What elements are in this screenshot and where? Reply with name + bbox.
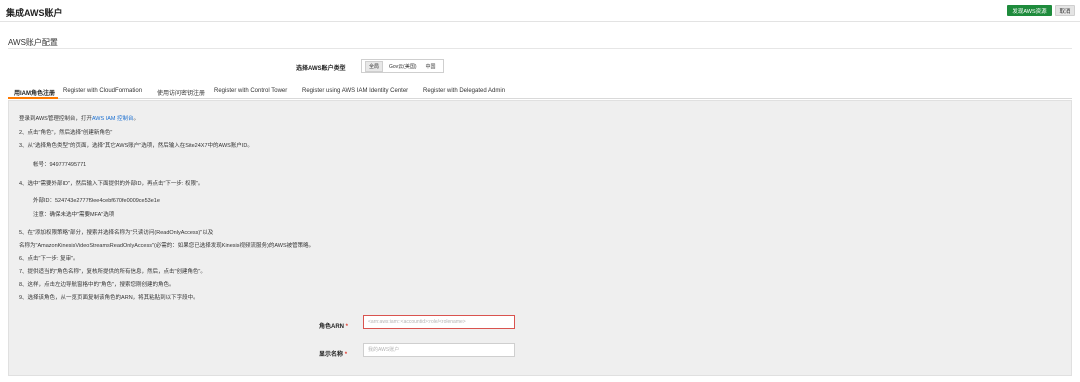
display-name-label: 显示名称 * — [319, 349, 347, 358]
tab-access-key[interactable]: 使用访问密钥注册 — [157, 88, 205, 97]
display-name-input[interactable] — [363, 343, 515, 357]
step-1-suffix: 。 — [133, 116, 140, 122]
aws-iam-console-link[interactable]: AWS IAM 控制台 — [92, 116, 134, 122]
instruction-step-1: 登录到AWS管理控制台，打开AWS IAM 控制台。 — [19, 114, 139, 122]
account-id-text: 帐号：949777495771 — [33, 162, 87, 168]
instruction-step-5: 5、在"添加权限策略"部分，搜索并选择名称为"只读访问(ReadOnlyAcce… — [19, 230, 214, 236]
instruction-step-2: 2、点击"角色"，然后选择"创建新角色" — [19, 130, 113, 136]
role-arn-label: 角色ARN * — [319, 321, 348, 330]
instruction-step-5b: 名称为"AmazonKinesisVideoStreamsReadOnlyAcc… — [19, 243, 315, 249]
account-type-global[interactable]: 全局 — [365, 60, 384, 72]
section-divider — [8, 48, 1072, 49]
role-arn-label-text: 角色ARN — [319, 324, 344, 330]
page-title: 集成AWS账户 — [6, 8, 63, 18]
cancel-button[interactable]: 取消 — [1055, 5, 1075, 16]
registration-tabs: 用IAM角色注册 Register with CloudFormation 使用… — [8, 83, 1072, 99]
section-title: AWS账户配置 — [8, 38, 58, 47]
role-arn-input[interactable] — [363, 315, 515, 329]
tab-iam-role[interactable]: 用IAM角色注册 — [14, 88, 55, 97]
required-mark: * — [344, 352, 348, 358]
tab-control-tower[interactable]: Register with Control Tower — [214, 88, 287, 94]
tab-delegated-admin[interactable]: Register with Delegated Admin — [423, 88, 505, 94]
external-id-note: 注意：确保未选中"需要MFA"选项 — [33, 212, 115, 218]
account-type-govcloud[interactable]: Gov云(美国) — [386, 62, 420, 71]
discover-aws-resources-button[interactable]: 发现AWS资源 — [1007, 5, 1052, 16]
instruction-step-8: 8、这样，点击左边导航窗格中的"角色"，搜索您刚创建的角色。 — [19, 282, 175, 288]
instruction-step-7: 7、提供适当的"角色名称"，复核所提供的所有信息，然后，点击"创建角色"。 — [19, 269, 206, 275]
external-id-text: 外部ID：524743e2777f9ee4cebf670fe0009ce53e1… — [33, 198, 160, 204]
account-type-label: 选择AWS账户类型 — [296, 66, 346, 72]
display-name-label-text: 显示名称 — [319, 352, 344, 358]
instruction-step-6: 6、点击"下一步: 复审"。 — [19, 256, 79, 262]
instructions-panel: 登录到AWS管理控制台，打开AWS IAM 控制台。 2、点击"角色"，然后选择… — [8, 100, 1072, 376]
step-1-text: 登录到AWS管理控制台，打开 — [19, 116, 92, 122]
page-header: 集成AWS账户 发现AWS资源 取消 — [0, 0, 1080, 22]
account-type-china[interactable]: 中国 — [423, 62, 439, 71]
tab-iam-identity-center[interactable]: Register using AWS IAM Identity Center — [302, 88, 408, 94]
tab-cloudformation[interactable]: Register with CloudFormation — [63, 88, 142, 94]
instruction-step-9: 9、选择该角色，从一览页面复制该角色的ARN，将其粘贴到以下字段中。 — [19, 295, 199, 301]
required-mark: * — [345, 324, 349, 330]
account-type-selector: 全局 Gov云(美国) 中国 — [361, 59, 444, 73]
active-tab-indicator — [8, 97, 58, 99]
instruction-step-4: 4、选中"需要外部ID"，然后输入下面提供的外部ID，再点击"下一步: 权限"。 — [19, 181, 204, 187]
instruction-step-3: 3、从"选择角色类型"的页面，选择"其它AWS账户"选项，然后输入在Site24… — [19, 143, 253, 149]
